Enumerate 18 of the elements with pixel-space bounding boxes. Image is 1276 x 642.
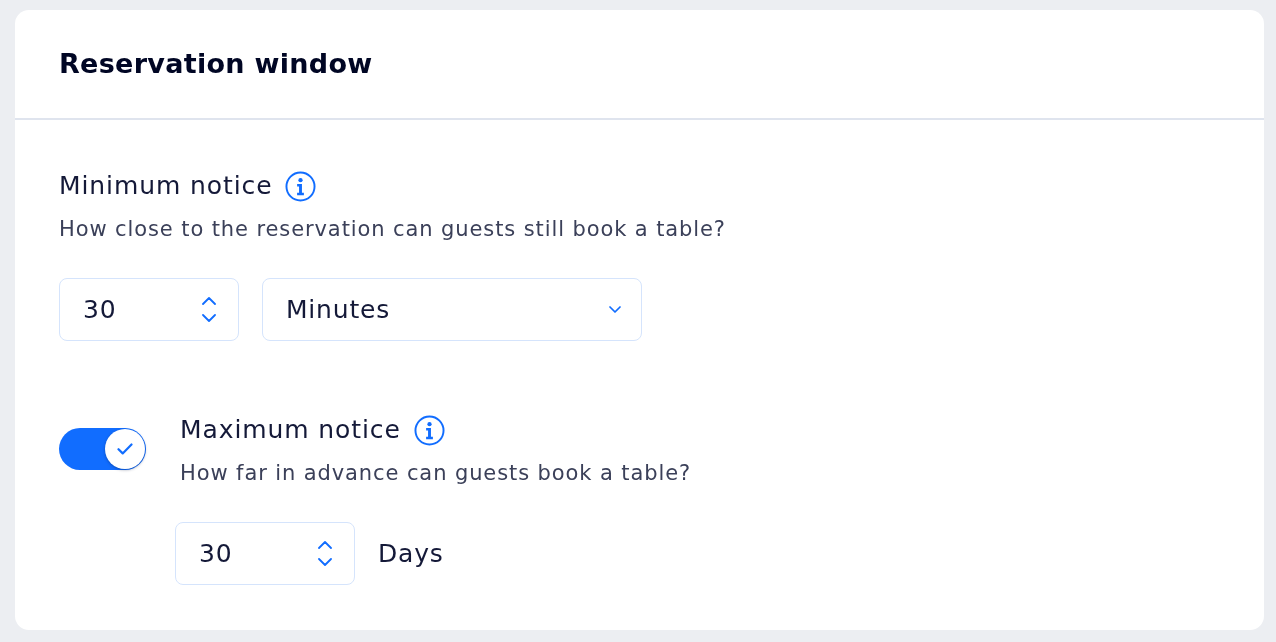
number-field[interactable]: 30: [59, 278, 239, 341]
number-field[interactable]: 30: [175, 522, 355, 585]
info-icon[interactable]: [285, 170, 317, 202]
chevron-up-icon[interactable]: [202, 297, 216, 305]
toggle-switch[interactable]: [59, 428, 146, 470]
chevron-down-icon: [609, 306, 621, 313]
section-title: Reservation window: [59, 47, 373, 81]
info-icon[interactable]: [413, 414, 445, 446]
unit-dropdown[interactable]: Minutes: [262, 278, 642, 341]
check-icon: [117, 443, 133, 455]
setting-label: Minimum notice: [59, 170, 273, 202]
setting-description: How far in advance can guests book a table?: [180, 460, 691, 487]
unit-label: Days: [378, 539, 444, 568]
chevron-up-icon[interactable]: [318, 541, 332, 549]
chevron-down-icon[interactable]: [318, 558, 332, 566]
setting-description: How close to the reservation can guests still book a table?: [59, 216, 727, 243]
setting-label: Maximum notice: [180, 414, 401, 446]
chevron-down-icon[interactable]: [202, 314, 216, 322]
